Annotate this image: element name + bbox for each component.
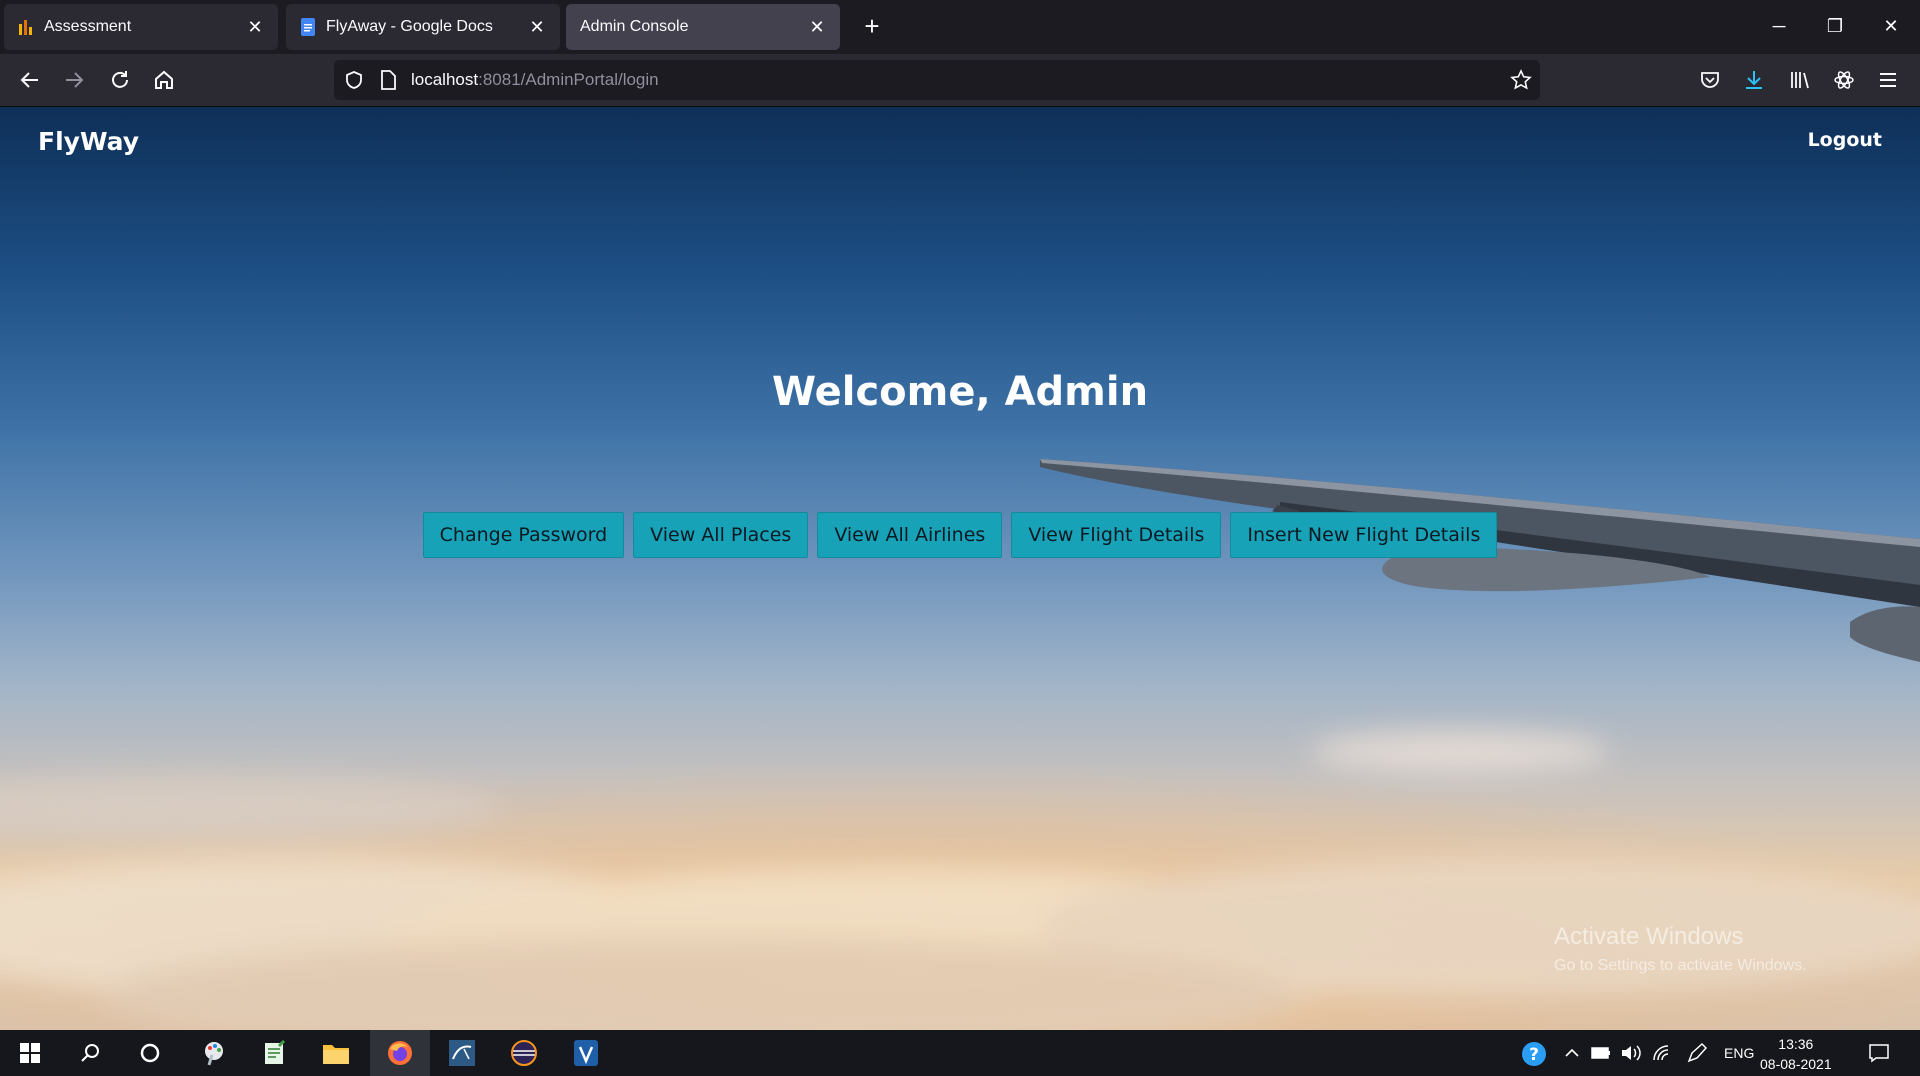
- close-icon[interactable]: ✕: [526, 16, 548, 38]
- new-tab-button[interactable]: +: [856, 10, 888, 42]
- language-indicator[interactable]: ENG: [1724, 1045, 1754, 1061]
- watermark-subtitle: Go to Settings to activate Windows.: [1554, 957, 1807, 974]
- view-all-airlines-button[interactable]: View All Airlines: [817, 512, 1003, 558]
- tab-title: FlyAway - Google Docs: [326, 18, 493, 35]
- change-password-button[interactable]: Change Password: [422, 512, 625, 558]
- taskbar-app-mysql[interactable]: [432, 1030, 492, 1076]
- windows-taskbar: ? ENG 13:36 08-08-2021: [0, 1030, 1920, 1076]
- extensions-button[interactable]: [1828, 64, 1860, 96]
- sourcetree-icon: [574, 1040, 598, 1066]
- pen-icon[interactable]: [1686, 1042, 1708, 1064]
- welcome-heading: Welcome, Admin: [771, 369, 1149, 415]
- url-bar[interactable]: localhost:8081/AdminPortal/login: [334, 60, 1540, 100]
- chevron-up-icon[interactable]: [1564, 1046, 1580, 1060]
- view-flight-details-button[interactable]: View Flight Details: [1011, 512, 1222, 558]
- svg-text:?: ?: [1529, 1045, 1539, 1065]
- shield-icon[interactable]: [344, 70, 364, 90]
- start-button[interactable]: [0, 1030, 60, 1076]
- pocket-icon: [1701, 72, 1719, 88]
- cortana-button[interactable]: [120, 1030, 180, 1076]
- page-content: FlyWay Logout Welcome, Admin Change Pass…: [0, 107, 1920, 1030]
- view-all-places-button[interactable]: View All Places: [633, 512, 809, 558]
- wifi-icon[interactable]: [1652, 1044, 1672, 1062]
- notepad-icon: [265, 1040, 286, 1064]
- close-icon[interactable]: ✕: [244, 16, 266, 38]
- close-icon[interactable]: ✕: [806, 16, 828, 38]
- url-host: localhost: [411, 70, 479, 89]
- watermark-title: Activate Windows: [1554, 923, 1744, 950]
- insert-new-flight-details-button[interactable]: Insert New Flight Details: [1230, 512, 1498, 558]
- reload-button[interactable]: [104, 64, 136, 96]
- taskbar-app-file-explorer[interactable]: [306, 1030, 366, 1076]
- url-path: :8081/AdminPortal/login: [478, 70, 659, 89]
- cortana-icon: [140, 1043, 160, 1063]
- library-icon: [1791, 72, 1809, 89]
- library-button[interactable]: [1784, 64, 1816, 96]
- bookmark-star-icon[interactable]: [1510, 69, 1532, 91]
- taskbar-app-snipping[interactable]: [184, 1030, 244, 1076]
- navigation-toolbar: localhost:8081/AdminPortal/login: [0, 54, 1920, 107]
- taskbar-app-notepad[interactable]: [244, 1030, 304, 1076]
- tab-assessment[interactable]: Assessment ✕: [4, 4, 278, 50]
- arrow-left-icon: [20, 72, 38, 88]
- atom-icon: [1834, 71, 1854, 89]
- tab-bar: Assessment ✕ FlyAway - Google Docs ✕ Adm…: [0, 0, 1920, 54]
- back-button[interactable]: [14, 64, 46, 96]
- help-icon[interactable]: ?: [1521, 1041, 1547, 1067]
- taskbar-app-sourcetree[interactable]: [556, 1030, 616, 1076]
- taskbar-app-eclipse[interactable]: [494, 1030, 554, 1076]
- tab-title: Assessment: [44, 18, 132, 35]
- analytics-icon: [19, 20, 32, 35]
- volume-icon[interactable]: [1620, 1043, 1642, 1063]
- tab-admin-console[interactable]: Admin Console ✕: [566, 4, 840, 50]
- page-icon: [381, 70, 396, 90]
- home-button[interactable]: [148, 64, 180, 96]
- database-icon: [449, 1040, 475, 1066]
- tab-title: Admin Console: [580, 18, 689, 35]
- search-button[interactable]: [60, 1030, 120, 1076]
- paint-palette-icon: [205, 1042, 223, 1066]
- system-clock[interactable]: 13:36 08-08-2021: [1760, 1034, 1832, 1074]
- hamburger-icon: [1880, 73, 1896, 87]
- forward-button[interactable]: [58, 64, 90, 96]
- downloads-button[interactable]: [1738, 64, 1770, 96]
- home-icon: [155, 70, 173, 89]
- windows-icon: [20, 1043, 40, 1063]
- search-icon: [81, 1044, 99, 1062]
- battery-icon[interactable]: [1590, 1044, 1612, 1062]
- minimize-icon[interactable]: ─: [1756, 8, 1802, 44]
- activate-windows-watermark: Activate Windows Go to Settings to activ…: [1554, 923, 1807, 975]
- logout-link[interactable]: Logout: [1808, 129, 1882, 151]
- notifications-icon[interactable]: [1868, 1043, 1890, 1063]
- folder-icon: [323, 1045, 349, 1064]
- arrow-right-icon: [66, 72, 84, 88]
- clock-time: 13:36: [1778, 1036, 1814, 1052]
- reload-icon: [112, 71, 128, 88]
- airplane-wing-image: [1040, 459, 1920, 662]
- tab-google-docs[interactable]: FlyAway - Google Docs ✕: [286, 4, 560, 50]
- eclipse-icon: [511, 1040, 537, 1066]
- firefox-icon: [388, 1041, 412, 1065]
- close-window-icon[interactable]: ✕: [1868, 8, 1914, 44]
- url-text[interactable]: localhost:8081/AdminPortal/login: [411, 70, 659, 90]
- google-docs-icon: [301, 18, 315, 36]
- menu-button[interactable]: [1872, 64, 1904, 96]
- admin-actions: Change Password View All Places View All…: [0, 512, 1920, 558]
- restore-icon[interactable]: ❐: [1812, 8, 1858, 44]
- brand-logo[interactable]: FlyWay: [38, 127, 139, 156]
- taskbar-app-firefox[interactable]: [370, 1030, 430, 1076]
- pocket-button[interactable]: [1694, 64, 1726, 96]
- download-icon: [1746, 71, 1762, 89]
- clock-date: 08-08-2021: [1760, 1056, 1832, 1072]
